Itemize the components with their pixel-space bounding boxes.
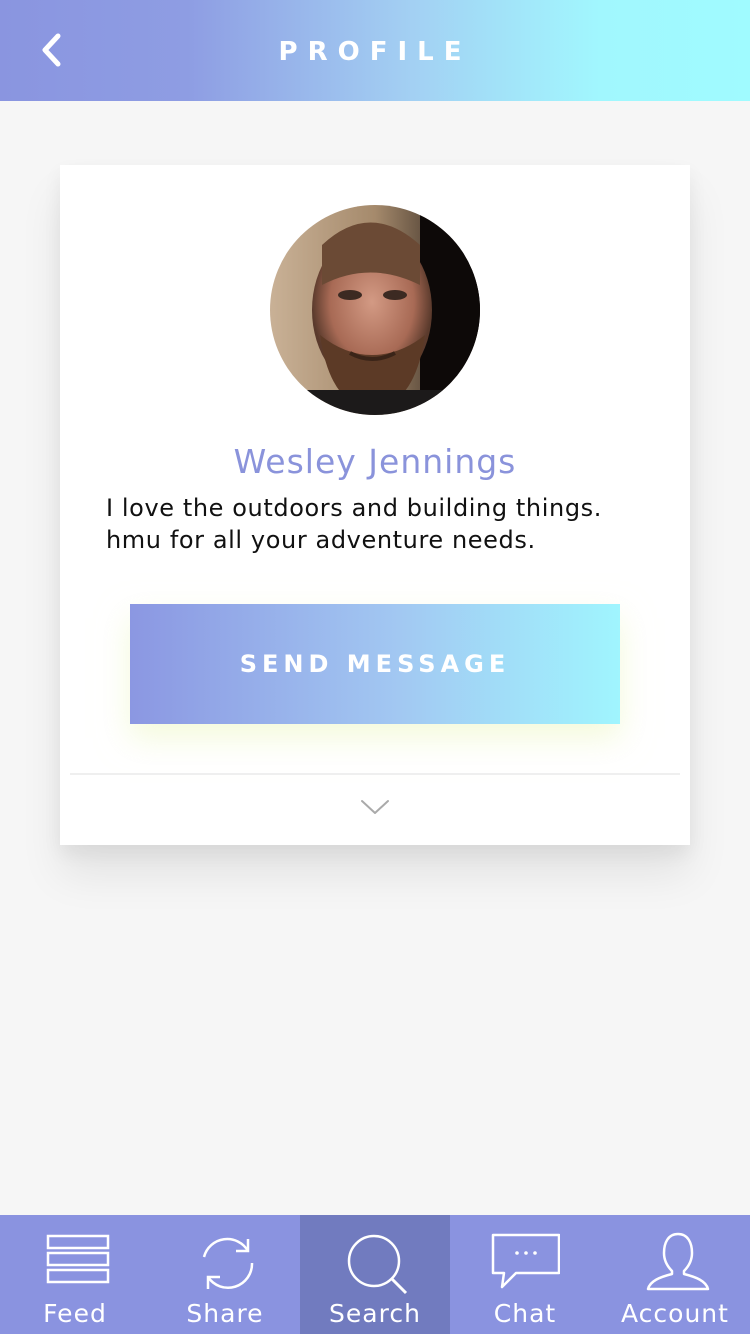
feed-icon — [46, 1234, 110, 1284]
search-icon — [347, 1234, 408, 1295]
avatar — [270, 205, 480, 415]
profile-bio: I love the outdoors and building things.… — [106, 492, 666, 556]
tab-account[interactable]: Account — [600, 1215, 750, 1334]
header-bar: PROFILE — [0, 0, 750, 101]
refresh-icon — [202, 1237, 254, 1289]
chat-icon — [491, 1233, 560, 1289]
card-divider — [70, 773, 680, 775]
chevron-down-icon — [361, 800, 389, 814]
tab-label: Account — [621, 1299, 729, 1328]
profile-card: Wesley Jennings I love the outdoors and … — [60, 165, 690, 845]
tab-label: Search — [329, 1299, 421, 1328]
bio-line: I love the outdoors and building things. — [106, 494, 602, 522]
tab-label: Feed — [43, 1299, 107, 1328]
tab-label: Share — [186, 1299, 264, 1328]
send-message-button[interactable]: SEND MESSAGE — [130, 604, 620, 724]
page-title: PROFILE — [278, 37, 472, 67]
tab-search[interactable]: Search — [300, 1215, 450, 1334]
account-icon — [646, 1232, 710, 1291]
tab-label: Chat — [493, 1299, 557, 1328]
profile-name: Wesley Jennings — [233, 442, 517, 481]
tab-chat[interactable]: Chat — [450, 1215, 600, 1334]
bottom-tab-bar: Feed Share Search Chat Account — [0, 1215, 750, 1334]
tab-feed[interactable]: Feed — [0, 1215, 150, 1334]
tab-share[interactable]: Share — [150, 1215, 300, 1334]
expand-button[interactable] — [355, 795, 395, 819]
bio-line: hmu for all your adventure needs. — [106, 526, 536, 554]
